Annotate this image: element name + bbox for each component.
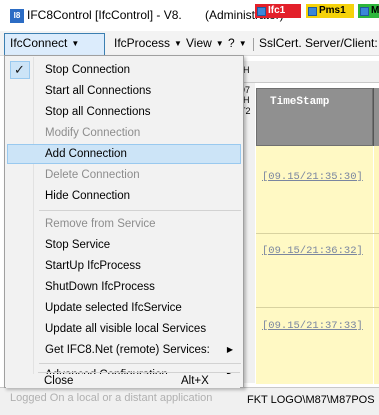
tag-ma-label: Ma [371, 5, 379, 16]
menu-item-label: Start all Connections [45, 85, 152, 97]
menu-help-label: ? [228, 36, 235, 50]
menu-item-hide-connection[interactable]: Hide Connection [7, 186, 241, 206]
menu-item-label: Stop Connection [45, 64, 131, 76]
menu-separator [39, 210, 241, 211]
menu-item-label: Stop Service [45, 239, 111, 251]
next-column-header[interactable] [373, 88, 379, 146]
menu-item-label: ShutDown IfcProcess [45, 281, 155, 293]
table-row[interactable]: [09.15/21:37:33] [262, 320, 363, 332]
table-row[interactable]: [09.15/21:35:30] [262, 171, 363, 183]
tag-ma[interactable]: Ma [358, 4, 379, 18]
menu-item-label: Modify Connection [45, 127, 141, 139]
menu-help[interactable]: ? ▼ [228, 36, 247, 50]
menu-item-stop-service[interactable]: Stop Service [7, 235, 241, 255]
menu-item-label: Remove from Service [45, 218, 156, 230]
menu-item-label: Close [44, 375, 74, 387]
chevron-down-icon: ▼ [238, 39, 247, 48]
status-path: FKT LOGO\M87\M87POS [247, 394, 375, 406]
menu-item-startup-ifcprocess[interactable]: StartUp IfcProcess [7, 256, 241, 276]
menu-item-label: StartUp IfcProcess [45, 260, 141, 272]
checkbox-icon [257, 7, 266, 16]
menu-view[interactable]: View ▼ [186, 36, 224, 50]
timestamp-header-label: TimeStamp [270, 96, 330, 108]
status-faded-text: Logged On a local or a distant applicati… [10, 392, 213, 404]
menu-item-update-all-services[interactable]: Update all visible local Services [7, 319, 241, 339]
menu-item-modify-connection: Modify Connection [7, 123, 241, 143]
menu-item-shutdown-ifcprocess[interactable]: ShutDown IfcProcess [7, 277, 241, 297]
chevron-down-icon: ▼ [174, 39, 182, 48]
menu-ifcprocess-label: IfcProcess [114, 36, 171, 50]
menu-ifcconnect[interactable]: IfcConnect ▼ [10, 36, 79, 50]
menu-item-label: Add Connection [45, 148, 127, 160]
menu-item-label: Delete Connection [45, 169, 140, 181]
menu-item-label: Hide Connection [45, 190, 131, 202]
menu-item-delete-connection: Delete Connection [7, 165, 241, 185]
menu-item-get-remote-services[interactable]: Get IFC8.Net (remote) Services: ▶ [7, 340, 241, 360]
menu-separator [38, 372, 240, 373]
tag-ifc1[interactable]: Ifc1 [255, 4, 301, 18]
chevron-right-icon: ▶ [226, 345, 233, 354]
checkbox-icon [360, 7, 369, 16]
ifcconnect-dropdown: ✓ Stop Connection Start all Connections … [4, 55, 244, 388]
menu-sslcert[interactable]: SslCert. Server/Client: [259, 36, 378, 50]
menu-item-start-all-connections[interactable]: Start all Connections [7, 81, 241, 101]
tag-pms1-label: Pms1 [319, 5, 346, 16]
menu-item-close[interactable]: Close Alt+X [6, 374, 240, 388]
tag-ifc1-label: Ifc1 [268, 5, 286, 16]
checkbox-icon [308, 7, 317, 16]
menu-item-label: Get IFC8.Net (remote) Services: [45, 344, 210, 356]
menu-view-label: View [186, 36, 212, 50]
app-icon: I8 [10, 9, 24, 23]
menu-item-label: Update all visible local Services [45, 323, 207, 335]
row-divider [256, 307, 379, 308]
menu-separator [39, 363, 241, 364]
chevron-down-icon: ▼ [215, 39, 224, 48]
connection-toolbar [240, 61, 379, 83]
menu-item-stop-connection[interactable]: ✓ Stop Connection [7, 60, 241, 80]
menu-item-update-selected-service[interactable]: Update selected IfcService [7, 298, 241, 318]
table-row[interactable]: [09.15/21:36:32] [262, 245, 363, 257]
menu-item-stop-all-connections[interactable]: Stop all Connections [7, 102, 241, 122]
window-title: IFC8Control [IfcControl] - V8. [27, 8, 182, 22]
menu-ifcprocess[interactable]: IfcProcess ▼ [114, 36, 182, 50]
menu-item-shortcut: Alt+X [181, 375, 209, 387]
chevron-down-icon: ▼ [71, 39, 80, 48]
menu-bar: IfcConnect ▼ IfcProcess ▼ View ▼ ? ▼ SslCert… [0, 31, 379, 56]
next-column [374, 146, 379, 384]
checkmark-icon: ✓ [14, 62, 25, 77]
menu-item-label: Stop all Connections [45, 106, 151, 118]
menu-divider [253, 38, 254, 51]
status-bar: Logged On a local or a distant applicati… [0, 387, 379, 415]
menu-ifcconnect-label: IfcConnect [10, 36, 68, 50]
menu-item-label: Update selected IfcService [45, 302, 182, 314]
menu-item-add-connection[interactable]: Add Connection [7, 144, 241, 164]
menu-item-remove-from-service: Remove from Service [7, 214, 241, 234]
row-divider [256, 233, 379, 234]
tag-pms1[interactable]: Pms1 [306, 4, 354, 18]
